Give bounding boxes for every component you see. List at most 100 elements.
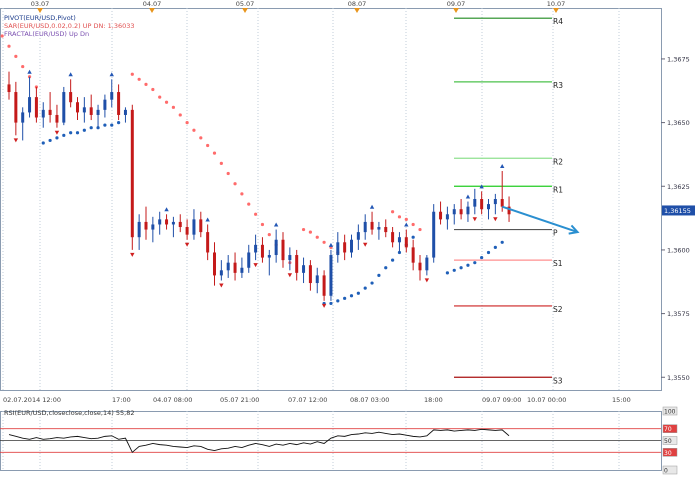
trading-chart[interactable]: 03.07 04.07 05.07 08.07 09.07 10.07 1,3675 1,36… <box>0 0 695 486</box>
candle-body[interactable] <box>185 227 189 235</box>
candle-body[interactable] <box>363 221 367 233</box>
candle-body[interactable] <box>96 109 100 115</box>
candle-body[interactable] <box>308 265 312 284</box>
candle-body[interactable] <box>171 221 175 225</box>
candle-body[interactable] <box>404 237 408 248</box>
candle-body[interactable] <box>165 219 169 225</box>
candle-body[interactable] <box>411 247 415 263</box>
candle-body[interactable] <box>240 267 244 273</box>
candle-body[interactable] <box>151 224 155 230</box>
candle-body[interactable] <box>14 92 18 123</box>
candle-body[interactable] <box>500 199 504 207</box>
candle-body[interactable] <box>247 252 251 268</box>
sar-dot-red <box>199 136 203 140</box>
candle-body[interactable] <box>377 227 381 230</box>
candle-body[interactable] <box>493 199 497 205</box>
candle-body[interactable] <box>206 232 210 253</box>
candle-body[interactable] <box>459 209 463 215</box>
candle-body[interactable] <box>158 219 162 225</box>
candle-body[interactable] <box>213 252 216 276</box>
candle-body[interactable] <box>76 102 79 113</box>
sar-dot-blue <box>103 123 107 127</box>
candle-body[interactable] <box>254 244 258 253</box>
candle-body[interactable] <box>260 244 264 258</box>
candle-body[interactable] <box>391 232 395 243</box>
rsi-scale-label: 0 <box>664 468 668 475</box>
sar-dot-red <box>267 233 271 237</box>
candle-body[interactable] <box>110 92 114 100</box>
bottom-time-label: 18:00 <box>424 396 443 404</box>
candle-body[interactable] <box>137 221 141 238</box>
candle-body[interactable] <box>21 112 25 123</box>
candle-body[interactable] <box>288 255 292 261</box>
candle-body[interactable] <box>28 97 32 113</box>
candle-body[interactable] <box>370 221 374 230</box>
candle-body[interactable] <box>439 211 443 220</box>
y-tick-label: 1,3575 <box>667 310 690 318</box>
candle-body[interactable] <box>487 204 490 210</box>
sar-dot-blue <box>329 301 333 306</box>
candle-body[interactable] <box>144 221 148 230</box>
candle-body[interactable] <box>34 97 38 118</box>
candle-body[interactable] <box>226 262 230 271</box>
candle-body[interactable] <box>69 92 73 103</box>
candle-body[interactable] <box>397 237 401 243</box>
candle-body[interactable] <box>445 214 449 220</box>
candle-body[interactable] <box>281 239 285 261</box>
candle-body[interactable] <box>343 242 347 253</box>
candle-body[interactable] <box>199 219 203 233</box>
candle-body[interactable] <box>322 275 326 296</box>
candle-body[interactable] <box>233 262 237 273</box>
candle-body[interactable] <box>302 265 306 273</box>
candle-body[interactable] <box>418 262 422 271</box>
rsi-label: RSI(EUR/USD,closeclose,close,14) 55,82 <box>4 409 134 417</box>
candle-body[interactable] <box>452 209 456 215</box>
sar-dot-blue <box>41 141 45 145</box>
candle-body[interactable] <box>123 109 127 115</box>
sar-dot-blue <box>466 263 470 267</box>
candle-body[interactable] <box>178 221 182 228</box>
candle-body[interactable] <box>350 239 353 253</box>
candle-body[interactable] <box>315 275 319 284</box>
candle-body[interactable] <box>7 84 11 93</box>
sar-dot-red <box>301 227 306 232</box>
candle-body[interactable] <box>466 206 470 215</box>
rsi-panel-frame <box>0 411 662 471</box>
pivot-label-r1: R1 <box>553 185 563 194</box>
candle-body[interactable] <box>267 255 271 258</box>
candle-body[interactable] <box>274 239 278 256</box>
candle-body[interactable] <box>295 255 299 273</box>
price-panel-frame <box>0 8 662 391</box>
sar-dot-blue <box>445 271 449 275</box>
candle-body[interactable] <box>384 227 388 233</box>
pivot-label-r3: R3 <box>553 81 563 90</box>
pivot-label-r2: R2 <box>553 157 563 166</box>
y-tick-label: 1,3600 <box>667 246 690 254</box>
sar-dot-red <box>404 217 408 221</box>
candle-body[interactable] <box>48 109 52 115</box>
top-date-label: 04.07 <box>143 0 162 8</box>
sar-dot-red <box>418 227 422 232</box>
candle-body[interactable] <box>192 219 196 235</box>
candle-body[interactable] <box>55 114 59 123</box>
candle-body[interactable] <box>425 257 429 271</box>
candle-body[interactable] <box>130 109 134 238</box>
sar-dot-blue <box>89 126 93 130</box>
candle-body[interactable] <box>82 107 86 113</box>
candle-body[interactable] <box>473 199 477 207</box>
bottom-time-label: 08.07 03:00 <box>350 396 389 404</box>
candle-body[interactable] <box>480 199 484 210</box>
candle-body[interactable] <box>336 242 340 256</box>
candle-body[interactable] <box>356 232 360 240</box>
bottom-time-label: 07.07 12:00 <box>288 396 327 404</box>
candle-body[interactable] <box>117 92 121 115</box>
candle-body[interactable] <box>329 255 333 296</box>
candle-body[interactable] <box>432 211 436 258</box>
candle-body[interactable] <box>219 270 223 276</box>
sar-dot-red <box>151 87 155 92</box>
sar-dot-blue <box>377 273 381 277</box>
candle-body[interactable] <box>62 92 66 123</box>
candle-body[interactable] <box>41 109 45 118</box>
candle-body[interactable] <box>103 99 107 110</box>
candle-body[interactable] <box>89 107 93 115</box>
